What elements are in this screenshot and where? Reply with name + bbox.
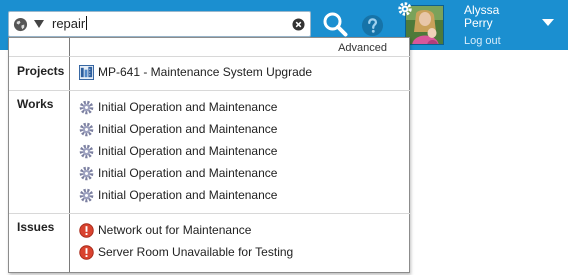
- section-title-works: Works: [17, 97, 54, 111]
- issue-alert-icon: [79, 223, 94, 238]
- logout-link[interactable]: Log out: [464, 35, 501, 47]
- section-title-projects: Projects: [17, 64, 65, 78]
- search-box[interactable]: repair: [8, 11, 311, 37]
- user-menu-caret-icon[interactable]: [542, 19, 554, 27]
- divider: [9, 56, 410, 57]
- work-gear-icon: [79, 144, 94, 159]
- divider: [9, 213, 410, 214]
- help-icon[interactable]: [361, 14, 384, 37]
- search-input[interactable]: repair: [52, 16, 88, 31]
- gear-icon[interactable]: [398, 2, 412, 16]
- section-title-issues: Issues: [17, 220, 55, 234]
- search-icon[interactable]: [322, 11, 348, 37]
- clear-icon[interactable]: [292, 18, 305, 31]
- work-gear-icon: [79, 188, 94, 203]
- divider: [9, 90, 410, 91]
- work-gear-icon: [79, 166, 94, 181]
- work-gear-icon: [79, 100, 94, 115]
- search-results-dropdown: Advanced Projects MP-641 - Maintenance S…: [8, 37, 410, 273]
- globe-icon[interactable]: [13, 17, 28, 32]
- issue-alert-icon: [79, 245, 94, 260]
- user-name: Alyssa Perry: [464, 3, 500, 30]
- caret-down-icon[interactable]: [32, 17, 46, 31]
- advanced-search-link[interactable]: Advanced: [338, 42, 387, 54]
- project-icon: [79, 65, 94, 80]
- work-gear-icon: [79, 122, 94, 137]
